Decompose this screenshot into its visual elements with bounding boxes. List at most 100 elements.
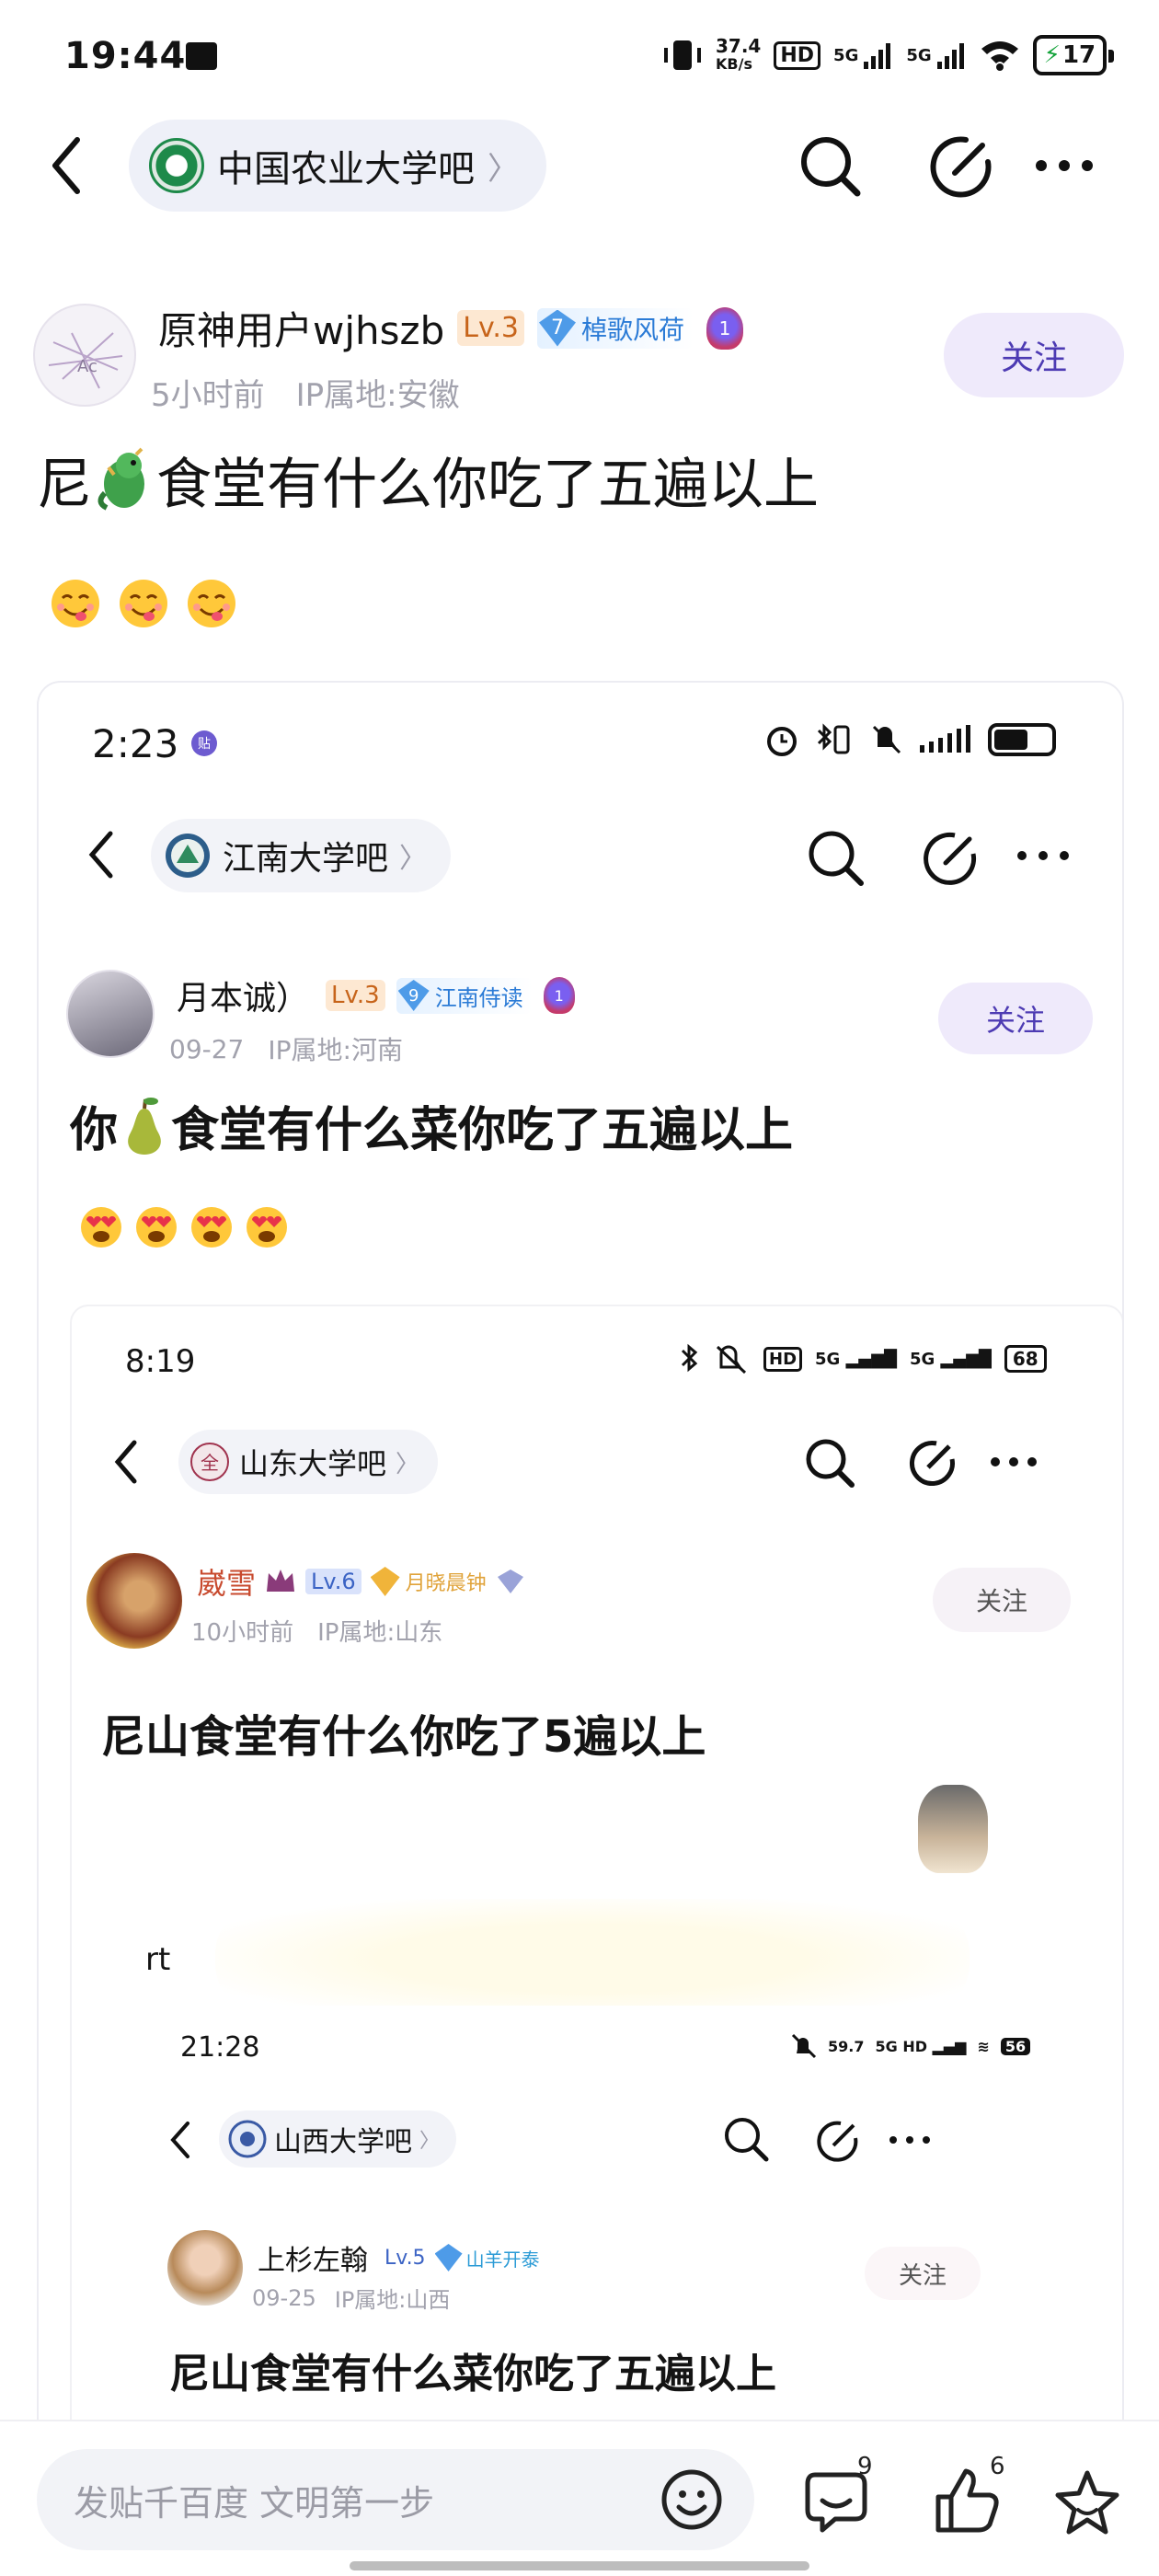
- img-forum-pill: 江南大学吧 〉: [151, 819, 452, 892]
- img2-avatar: [86, 1553, 182, 1649]
- crown-icon: [267, 1570, 295, 1592]
- img2-forum-logo: 全: [190, 1443, 229, 1481]
- img3-follow-button: 关注: [865, 2247, 981, 2300]
- yum-face-icon: [52, 580, 99, 627]
- signal-5g-2: 5G: [906, 41, 966, 69]
- post-time: 5小时前: [151, 377, 265, 414]
- vibrate-icon: [664, 40, 701, 70]
- reply-input[interactable]: 发贴千百度 文明第一步: [37, 2449, 754, 2550]
- img2-post-meta: 10小时前 IP属地:山东: [191, 1619, 443, 1647]
- level-badge: Lv.3: [457, 310, 524, 346]
- img3-forum-logo: [228, 2120, 267, 2158]
- signal-icon: [920, 725, 970, 753]
- sticker-image: [918, 1785, 988, 1873]
- img2-post-title: 尼山食堂有什么你吃了5遍以上: [101, 1711, 706, 1763]
- svg-text:Ac: Ac: [77, 357, 98, 376]
- img2-more-icon: [991, 1457, 1037, 1466]
- comment-button[interactable]: 9: [802, 2453, 876, 2537]
- yum-face-icon: [188, 580, 235, 627]
- honor-badge: 7 棹歌风荷: [537, 307, 694, 349]
- nested-image-2: 8:19 HD 5G ▂▄▆█ 5G ▂▄▆█ 68 全 山东大学吧 〉 崴雪 …: [70, 1305, 1122, 2519]
- bluetooth-icon: [681, 1343, 698, 1373]
- status-icons: 37.4 KB/s HD 5G 5G ⚡ 17: [662, 35, 1115, 75]
- img3-avatar: [167, 2230, 243, 2306]
- img3-edit-icon: [817, 2121, 858, 2162]
- img2-follow-button: 关注: [933, 1568, 1071, 1632]
- post-title: 尼 食堂有什么你吃了五遍以上: [37, 440, 819, 520]
- comment-count: 9: [857, 2453, 873, 2480]
- forum-logo: [149, 138, 204, 193]
- blur-band: [215, 1899, 970, 2018]
- img-status-icons: [765, 723, 1056, 756]
- img-back-icon: [88, 831, 113, 879]
- img-follow-button: 关注: [938, 983, 1093, 1054]
- follow-button[interactable]: 关注: [944, 313, 1124, 397]
- signal-5g-1: 5G: [833, 41, 893, 69]
- pear-icon: [128, 1097, 161, 1155]
- author-name[interactable]: 原神用户wjhszb: [158, 300, 444, 356]
- img3-search-icon: [725, 2118, 769, 2162]
- mute-icon: [791, 2033, 817, 2059]
- more-icon[interactable]: [1034, 156, 1095, 175]
- back-icon[interactable]: [48, 136, 85, 195]
- heart-eyes-icon: [136, 1207, 177, 1248]
- img-post-title: 你 食堂有什么菜你吃了五遍以上: [70, 1091, 793, 1160]
- gem-icon: 7: [539, 309, 576, 347]
- like-count: 6: [990, 2453, 1005, 2480]
- img-post-meta: 09-27 IP属地:河南: [169, 1033, 403, 1066]
- emoji-picker-icon[interactable]: [659, 2467, 725, 2533]
- img3-back-icon: [170, 2122, 189, 2158]
- yum-face-icon: [120, 580, 167, 627]
- img-emoji-row: [79, 1205, 289, 1249]
- reply-placeholder: 发贴千百度 文明第一步: [74, 2482, 435, 2524]
- img-battery-icon: [988, 723, 1056, 756]
- like-button[interactable]: 6: [931, 2453, 1005, 2537]
- img2-edit-icon: [909, 1441, 955, 1487]
- mute-icon: [716, 1345, 747, 1374]
- hd-icon: HD: [774, 40, 821, 70]
- edit-icon[interactable]: [929, 134, 993, 199]
- svg-text:全: 全: [201, 1452, 219, 1474]
- alarm-icon: [767, 727, 797, 756]
- post-image[interactable]: 2:23 贴 江南大学吧 〉 月本诚） Lv.3 9 江南侍读 1 09-27 IP…: [37, 681, 1124, 2521]
- author-row: 原神用户wjhszb Lv.3 7 棹歌风荷 1: [158, 300, 744, 356]
- img3-post-title: 尼山食堂有什么菜你吃了五遍以上: [169, 2351, 776, 2398]
- img2-author-row: 崴雪 Lv.6 月晓晨钟: [197, 1560, 525, 1603]
- img-more-icon: [1017, 851, 1069, 860]
- img3-more-icon: [889, 2136, 930, 2144]
- img3-status-time: 21:28: [180, 2031, 260, 2064]
- img3-forum-pill: 山西大学吧 〉: [219, 2110, 457, 2168]
- status-time: 19:44: [64, 35, 187, 77]
- forum-name: 中国农业大学吧: [217, 148, 475, 190]
- favorite-star-icon[interactable]: [1052, 2467, 1122, 2537]
- img2-search-icon: [806, 1439, 855, 1488]
- calendar-icon: [186, 42, 217, 70]
- search-icon[interactable]: [798, 134, 863, 199]
- heart-eyes-icon: [81, 1207, 121, 1248]
- battery-indicator: ⚡ 17: [1032, 35, 1115, 75]
- bluetooth-icon: [817, 723, 850, 754]
- rank-icon: [497, 1570, 523, 1593]
- heart-eyes-icon: [191, 1207, 232, 1248]
- img-forum-logo: [166, 834, 210, 878]
- app-notify-icon: 贴: [191, 730, 217, 756]
- emoji-row: [50, 578, 237, 629]
- img2-back-icon: [114, 1440, 137, 1484]
- medal-icon: 1: [706, 306, 744, 350]
- img-status-time: 2:23: [92, 721, 179, 766]
- avatar[interactable]: Ac: [33, 304, 136, 407]
- img-avatar: [66, 970, 155, 1058]
- img-search-icon: [809, 831, 864, 886]
- img3-status-icons: 59.7 5G HD ▂▄▆ ≋ 56: [791, 2033, 1031, 2059]
- bottom-bar: 发贴千百度 文明第一步 9 6: [0, 2420, 1159, 2576]
- net-speed: 37.4 KB/s: [716, 35, 762, 73]
- home-indicator[interactable]: [350, 2561, 809, 2570]
- img2-status-icons: HD 5G ▂▄▆█ 5G ▂▄▆█ 68: [679, 1343, 1047, 1374]
- dragon-icon: [98, 447, 144, 511]
- img-author-row: 月本诚） Lv.3 9 江南侍读 1: [177, 972, 575, 1019]
- mute-icon: [872, 725, 901, 754]
- forum-pill[interactable]: 中国农业大学吧 〉: [129, 120, 546, 212]
- img2-forum-pill: 全 山东大学吧 〉: [178, 1430, 439, 1494]
- wifi-icon: [981, 41, 1018, 71]
- img3-post-meta: 09-25 IP属地:山西: [252, 2284, 451, 2314]
